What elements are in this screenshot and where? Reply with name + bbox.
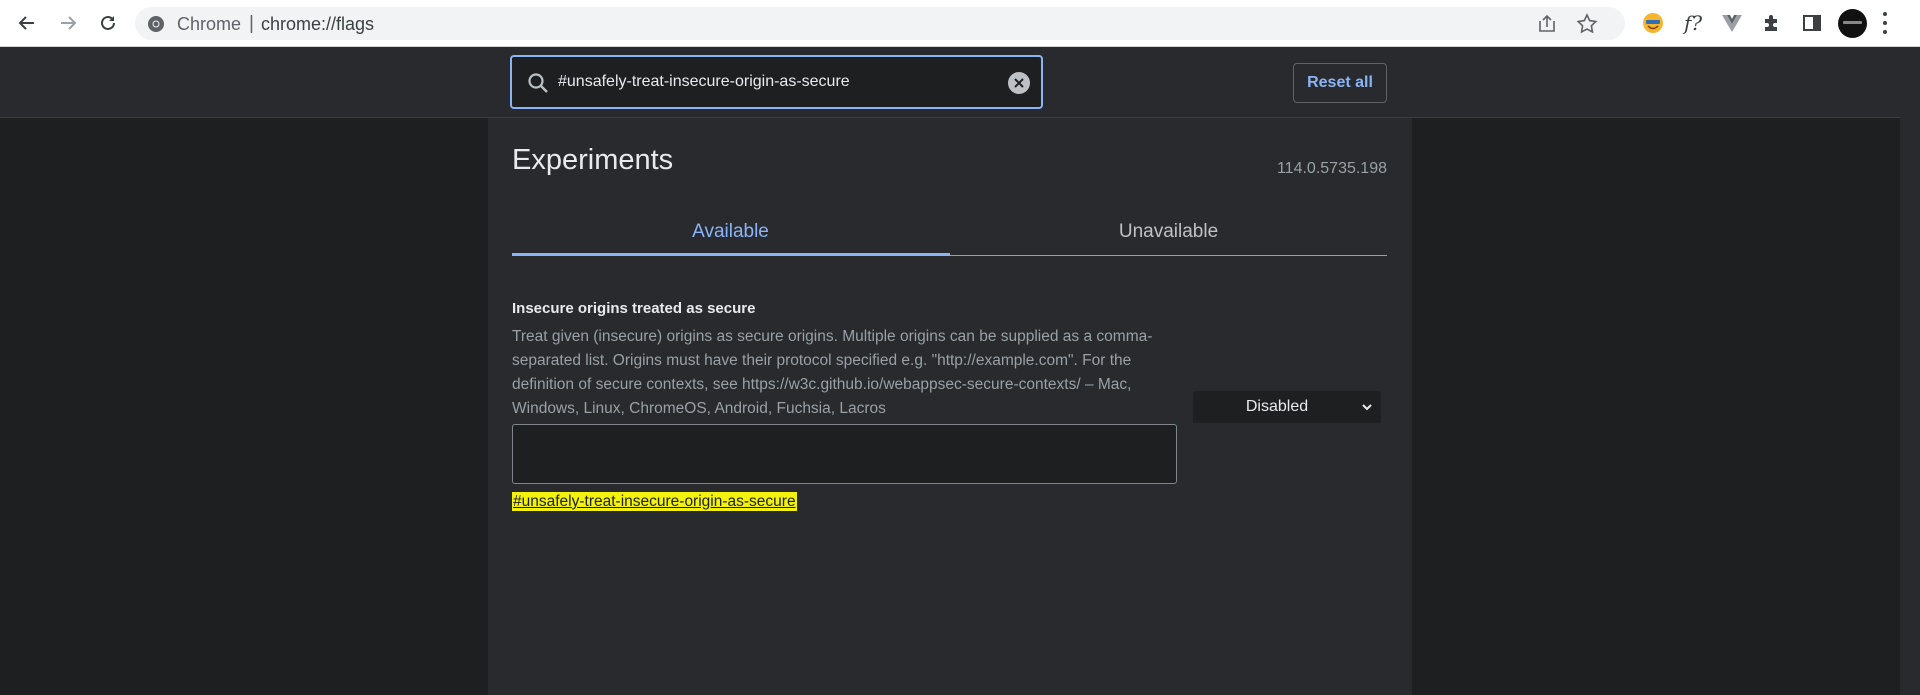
puzzle-extensions-icon[interactable] xyxy=(1759,10,1785,36)
back-button[interactable] xyxy=(12,8,42,38)
menu-dot xyxy=(1883,12,1887,16)
forward-arrow-icon xyxy=(61,16,77,30)
reload-button[interactable] xyxy=(93,8,123,38)
function-extension-icon[interactable]: f? xyxy=(1680,10,1706,36)
flag-title: Insecure origins treated as secure xyxy=(512,300,756,317)
menu-dot xyxy=(1883,21,1887,25)
chrome-version: 114.0.5735.198 xyxy=(1276,160,1387,177)
emoji-face-icon xyxy=(1643,13,1663,33)
puzzle-icon xyxy=(1765,15,1777,31)
browser-toolbar: Chrome | chrome://flags f? xyxy=(0,0,1920,47)
selected-tab-indicator xyxy=(512,253,950,256)
url-text[interactable]: chrome://flags xyxy=(261,14,374,35)
flag-state-value: Disabled xyxy=(1245,398,1309,415)
address-bar[interactable]: Chrome | chrome://flags xyxy=(135,7,1625,40)
vuejs-devtools-icon[interactable] xyxy=(1719,10,1745,36)
chrome-menu-button[interactable] xyxy=(1882,12,1888,34)
profile-avatar[interactable] xyxy=(1838,9,1867,38)
reload-icon xyxy=(101,15,115,30)
chevron-down-icon xyxy=(1362,404,1372,411)
emoji-extension-icon[interactable] xyxy=(1640,10,1666,36)
tab-unavailable[interactable]: Unavailable xyxy=(950,207,1387,256)
page-scrollbar[interactable] xyxy=(1900,47,1920,695)
search-input[interactable] xyxy=(558,65,998,99)
tab-available[interactable]: Available xyxy=(512,207,949,256)
flag-description: Treat given (insecure) origins as secure… xyxy=(512,328,1153,417)
back-arrow-icon xyxy=(18,16,34,30)
flag-state-select[interactable]: Disabled xyxy=(1193,391,1381,423)
menu-dot xyxy=(1883,30,1887,34)
bookmark-star-icon[interactable] xyxy=(1575,12,1599,36)
tab-bar: Available Unavailable xyxy=(512,207,1387,256)
vue-logo-icon xyxy=(1722,15,1742,32)
search-icon xyxy=(528,73,548,93)
share-icon[interactable] xyxy=(1535,12,1559,36)
side-panel-toggle-icon xyxy=(1803,15,1821,31)
page-title: Experiments xyxy=(512,144,674,176)
url-separator: | xyxy=(249,13,254,34)
clear-search-button[interactable] xyxy=(1008,72,1030,94)
search-box[interactable] xyxy=(510,55,1043,109)
chrome-logo-icon xyxy=(148,16,164,32)
flag-permalink[interactable]: #unsafely-treat-insecure-origin-as-secur… xyxy=(512,492,797,511)
origins-textarea[interactable] xyxy=(512,424,1177,484)
side-panel-icon[interactable] xyxy=(1799,10,1825,36)
reset-all-button[interactable]: Reset all xyxy=(1293,63,1387,103)
site-label: Chrome xyxy=(177,14,242,34)
forward-button[interactable] xyxy=(53,8,83,38)
flags-header: Reset all xyxy=(0,47,1900,118)
avatar-logo-mark xyxy=(1843,21,1862,24)
close-icon xyxy=(1014,78,1024,88)
